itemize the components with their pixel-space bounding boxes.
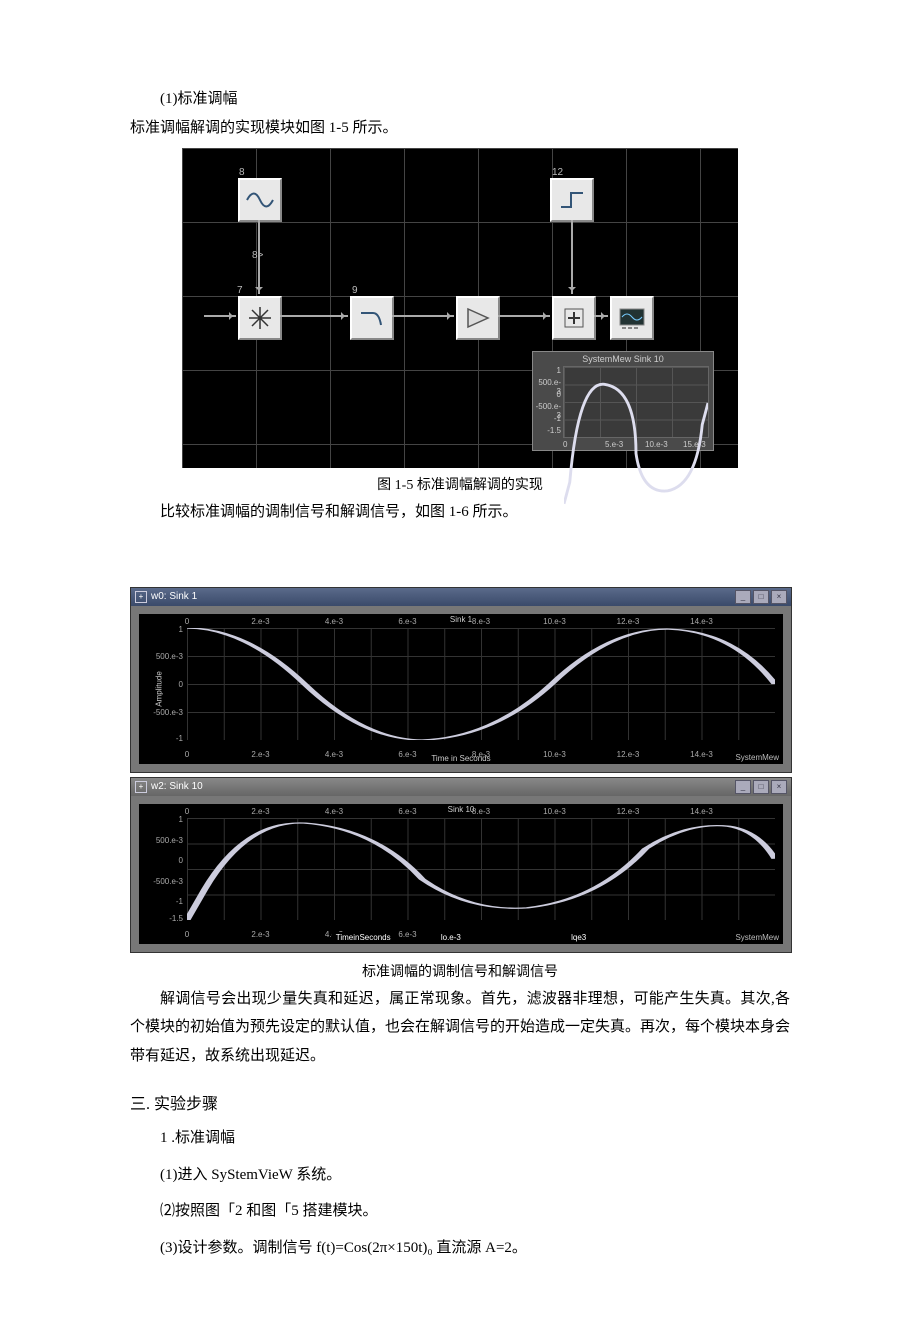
sink-10-plot: Sink 10 1 500.e-3 0 -500.e-3 -1 -1.5 0 2…: [139, 804, 783, 944]
brand-label: SystemMew: [735, 753, 779, 762]
block-id-7: 7: [237, 285, 243, 296]
wire: [392, 315, 454, 317]
maximize-icon[interactable]: □: [753, 590, 769, 604]
adder-block[interactable]: [552, 296, 596, 340]
block-id-9: 9: [352, 285, 358, 296]
step-1-2: ⑵按照图「2 和图「5 搭建模块。: [160, 1197, 790, 1226]
wire: [280, 315, 348, 317]
mini-scope-plot: SystemMew Sink 10 1 500.e-3 0 -500.e-3 -…: [532, 351, 714, 451]
mini-title: SystemMew Sink 10: [535, 354, 711, 364]
gain-block[interactable]: [456, 296, 500, 340]
section-steps-heading: 三. 实验步骤: [130, 1090, 790, 1114]
scope-block[interactable]: [610, 296, 654, 340]
titlebar[interactable]: + w2: Sink 10 _□×: [131, 778, 791, 796]
wire: [258, 220, 260, 294]
window-title: w0: Sink 1: [151, 591, 197, 602]
figure-1-5-block-diagram: 8 12 7 9 8> SystemMew Sink 10 1 500.e-3 …: [182, 148, 738, 468]
sink-1-plot: Sink 1 Amplitude 1 500.e-3 0 -500.e-3 -1…: [139, 614, 783, 764]
close-icon[interactable]: ×: [771, 780, 787, 794]
wire: [571, 220, 573, 294]
para-2: 标准调幅解调的实现模块如图 1-5 所示。: [130, 114, 790, 143]
plot-title: Sink 1: [139, 615, 783, 624]
step-source-block[interactable]: [550, 178, 594, 222]
maximize-icon[interactable]: □: [753, 780, 769, 794]
expand-icon[interactable]: +: [135, 781, 147, 793]
wire: [498, 315, 550, 317]
minimize-icon[interactable]: _: [735, 780, 751, 794]
step-1-1: (1)进入 SyStemVieW 系统。: [160, 1161, 790, 1190]
brand-label: SystemMew: [735, 933, 779, 942]
para-4: 解调信号会出现少量失真和延迟，属正常现象。首先，滤波器非理想，可能产生失真。其次…: [130, 985, 790, 1071]
block-id-8: 8: [239, 167, 245, 178]
step-1-3: (3)设计参数。调制信号 f(t)=Cos(2π×150t)₀ 直流源 A=2。: [160, 1234, 790, 1263]
close-icon[interactable]: ×: [771, 590, 787, 604]
figure-1-6-caption: 标准调幅的调制信号和解调信号: [130, 961, 790, 981]
lpf-block[interactable]: [350, 296, 394, 340]
sink-1-window: + w0: Sink 1 _□× Sink 1 Amplitude 1 500.e…: [130, 587, 792, 773]
sink-10-window: + w2: Sink 10 _□× Sink 10 1 500.e-3 0 -50…: [130, 777, 792, 953]
sine-source-block[interactable]: [238, 178, 282, 222]
minimize-icon[interactable]: _: [735, 590, 751, 604]
para-1: (1)标准调幅: [130, 85, 790, 114]
titlebar[interactable]: + w0: Sink 1 _□×: [131, 588, 791, 606]
x-axis-label: Time in Seconds: [139, 754, 783, 763]
x-axis-label: TimeinSeconds lo.e-3 lqe3: [139, 932, 783, 943]
plot-title: Sink 10: [139, 805, 783, 814]
expand-icon[interactable]: +: [135, 591, 147, 603]
wire: [594, 315, 608, 317]
wire: [204, 315, 236, 317]
block-id-12: 12: [552, 167, 563, 178]
window-title: w2: Sink 10: [151, 781, 203, 792]
step-1: 1 .标准调幅: [160, 1124, 790, 1153]
multiplier-block[interactable]: [238, 296, 282, 340]
